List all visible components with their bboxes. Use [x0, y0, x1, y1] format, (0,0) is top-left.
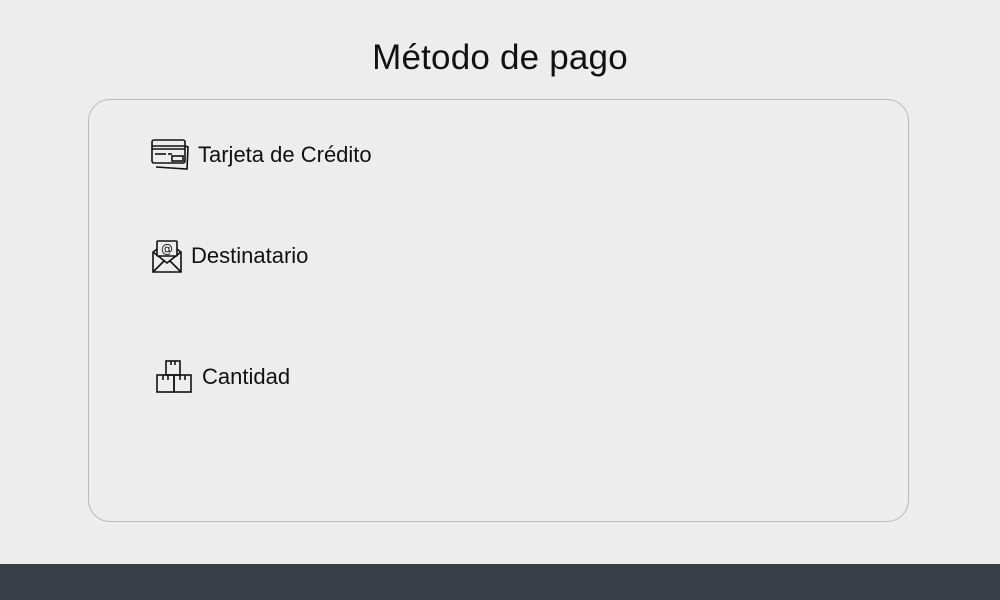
- payment-option-credit-card[interactable]: Tarjeta de Crédito: [150, 138, 372, 172]
- boxes-icon: [155, 359, 193, 395]
- payment-option-label: Cantidad: [202, 364, 291, 389]
- payment-option-recipient[interactable]: @ Destinatario: [151, 238, 308, 274]
- email-envelope-icon: @: [151, 238, 183, 274]
- payment-option-label: Tarjeta de Crédito: [198, 142, 372, 167]
- payment-option-label: Destinatario: [191, 243, 309, 268]
- credit-card-icon: [150, 138, 190, 172]
- payment-option-quantity[interactable]: Cantidad: [155, 359, 290, 395]
- footer-bar: [0, 564, 1000, 600]
- svg-text:@: @: [161, 242, 173, 256]
- page-title: Método de pago: [372, 38, 628, 77]
- payment-method-card: Tarjeta de Crédito @ Destinatario Cantid…: [88, 99, 909, 522]
